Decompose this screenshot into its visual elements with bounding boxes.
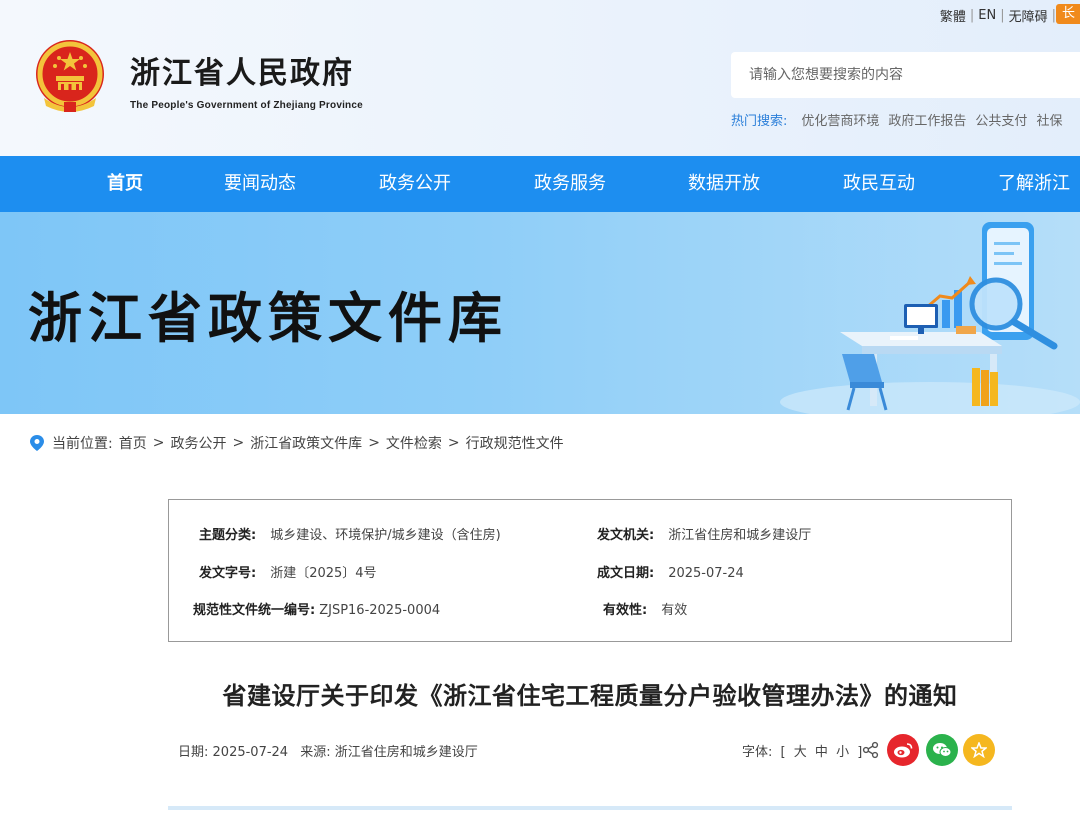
validity-row: 有效性: 有效: [603, 599, 687, 618]
breadcrumb-separator: >: [152, 435, 165, 451]
font-bracket-open: [: [780, 745, 786, 760]
divider: |: [1000, 8, 1005, 23]
docno-value: 浙建〔2025〕4号: [270, 566, 377, 581]
hot-search-item[interactable]: 社保: [1036, 110, 1062, 129]
topic-label: 主题分类:: [199, 528, 257, 543]
divider: |: [969, 8, 975, 23]
breadcrumb-item-file-search[interactable]: 文件检索: [386, 433, 442, 453]
date-row: 成文日期: 2025-07-24: [597, 562, 744, 581]
code-value: ZJSP16-2025-0004: [319, 603, 441, 618]
nav-item-news[interactable]: 要闻动态: [224, 156, 296, 212]
date-label: 日期:: [178, 745, 209, 760]
site-subtitle: The People's Government of Zhejiang Prov…: [130, 100, 363, 111]
topic-value: 城乡建设、环境保护/城乡建设（含住房): [270, 528, 501, 543]
validity-value: 有效: [661, 603, 688, 618]
source-value: 浙江省住房和城乡建设厅: [334, 745, 478, 760]
date-value: 2025-07-24: [212, 745, 289, 760]
top-links: 繁體 | EN | 无障碍 |: [940, 6, 1060, 25]
nav-item-open-data[interactable]: 数据开放: [688, 156, 760, 212]
nav-item-about-zhejiang[interactable]: 了解浙江: [998, 156, 1070, 212]
font-size-control: 字体: [ 大 中 小 ]: [740, 741, 864, 760]
issuer-value: 浙江省住房和城乡建设厅: [668, 528, 812, 543]
code-label: 规范性文件统一编号:: [193, 603, 316, 618]
banner: 浙江省政策文件库: [0, 212, 1080, 414]
hot-search-item[interactable]: 公共支付: [975, 110, 1027, 129]
weibo-icon: [894, 743, 913, 758]
hot-search: 热门搜索: 优化营商环境 政府工作报告 公共支付 社保: [731, 110, 1071, 129]
star-icon: [971, 742, 987, 758]
docno-row: 发文字号: 浙建〔2025〕4号: [199, 562, 377, 581]
location-pin-icon: [30, 435, 44, 451]
content-divider: [168, 806, 1012, 810]
breadcrumb-separator: >: [232, 435, 245, 451]
national-emblem-icon: [36, 40, 104, 112]
favorite-button[interactable]: [963, 734, 995, 766]
topic-row: 主题分类: 城乡建设、环境保护/城乡建设（含住房): [199, 524, 501, 543]
font-small-button[interactable]: 小: [836, 745, 849, 760]
site-title[interactable]: 浙江省人民政府: [130, 48, 354, 92]
banner-title: 浙江省政策文件库: [28, 286, 508, 350]
search-box: [731, 52, 1080, 98]
article-title: 省建设厅关于印发《浙江省住宅工程质量分户验收管理办法》的通知: [222, 682, 958, 710]
english-link[interactable]: EN: [978, 8, 996, 23]
weibo-share-button[interactable]: [887, 734, 919, 766]
nav-item-services[interactable]: 政务服务: [534, 156, 606, 212]
nav-item-interaction[interactable]: 政民互动: [843, 156, 915, 212]
nav-item-gov-affairs[interactable]: 政务公开: [379, 156, 451, 212]
wechat-icon: [933, 743, 952, 757]
code-row: 规范性文件统一编号: ZJSP16-2025-0004: [193, 599, 440, 618]
document-info-box: 主题分类: 城乡建设、环境保护/城乡建设（含住房) 发文机关: 浙江省住房和城乡建设…: [168, 499, 1012, 642]
hot-search-label: 热门搜索:: [731, 114, 788, 129]
font-medium-button[interactable]: 中: [815, 745, 828, 760]
issuer-row: 发文机关: 浙江省住房和城乡建设厅: [597, 524, 811, 543]
breadcrumb-item-normative-docs[interactable]: 行政规范性文件: [466, 433, 564, 453]
share-icon[interactable]: [862, 741, 880, 759]
nav-item-home[interactable]: 首页: [107, 156, 143, 212]
search-input[interactable]: [731, 52, 1080, 98]
traditional-chinese-link[interactable]: 繁體: [940, 6, 966, 25]
hot-search-item[interactable]: 优化营商环境: [801, 110, 879, 129]
breadcrumb: 当前位置: 首页 > 政务公开 > 浙江省政策文件库 > 文件检索 > 行政规范…: [30, 433, 564, 453]
hot-search-item[interactable]: 政府工作报告: [888, 110, 966, 129]
breadcrumb-prefix: 当前位置:: [52, 436, 113, 452]
source-label: 来源:: [300, 745, 331, 760]
breadcrumb-item-policy-library[interactable]: 浙江省政策文件库: [250, 433, 362, 453]
wechat-share-button[interactable]: [926, 734, 958, 766]
validity-label: 有效性:: [603, 603, 648, 618]
main-nav: 首页 要闻动态 政务公开 政务服务 数据开放 政民互动 了解浙江: [0, 156, 1080, 212]
article-meta: 日期: 2025-07-24 来源: 浙江省住房和城乡建设厅: [178, 741, 478, 760]
font-large-button[interactable]: 大: [794, 745, 807, 760]
breadcrumb-item-gov-affairs[interactable]: 政务公开: [170, 433, 226, 453]
issuer-label: 发文机关:: [597, 528, 655, 543]
office-illustration-icon: [780, 222, 1080, 414]
breadcrumb-separator: >: [368, 435, 380, 451]
font-label: 字体:: [742, 745, 773, 760]
accessibility-link[interactable]: 无障碍: [1009, 6, 1048, 25]
elder-mode-button[interactable]: 长: [1056, 4, 1080, 24]
site-header: 浙江省人民政府 The People's Government of Zheji…: [0, 0, 1080, 156]
docno-label: 发文字号:: [199, 566, 257, 581]
breadcrumb-separator: >: [447, 435, 460, 451]
date-value: 2025-07-24: [668, 566, 744, 581]
breadcrumb-item-home[interactable]: 首页: [119, 433, 147, 453]
date-label: 成文日期:: [597, 566, 655, 581]
